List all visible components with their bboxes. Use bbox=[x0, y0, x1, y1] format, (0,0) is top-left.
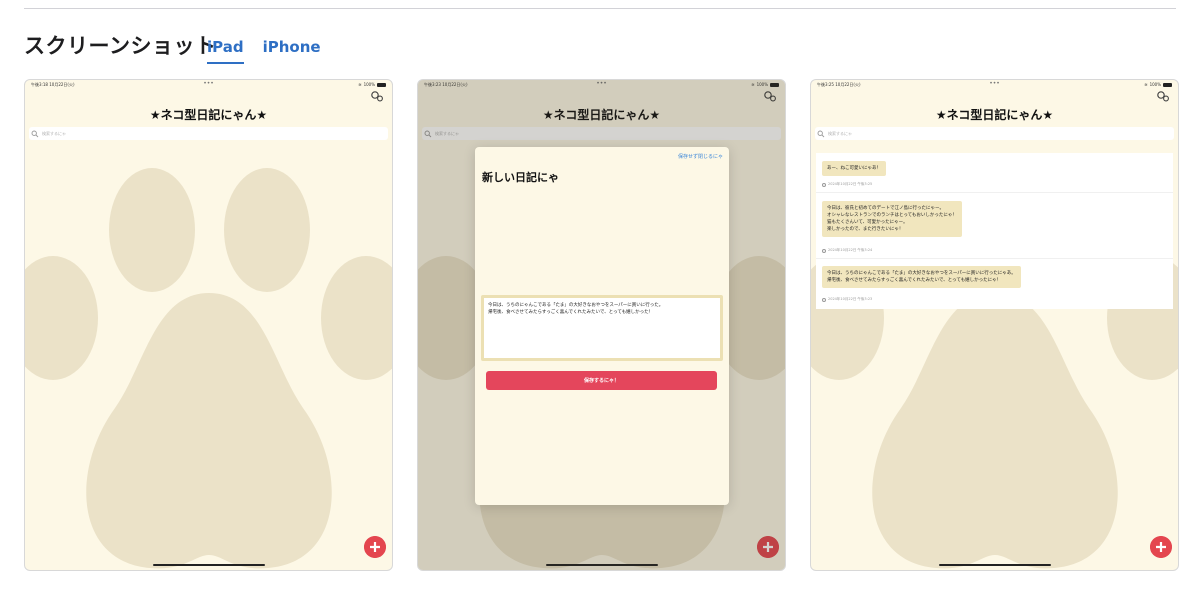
save-button[interactable]: 保存するにゃ！ bbox=[486, 371, 717, 390]
home-indicator bbox=[152, 564, 265, 566]
entry-line: あー、ねこ可愛いにゃあ！ bbox=[827, 166, 881, 171]
screenshot-3[interactable]: 午後3:25 10月22日(火) ••• ≋ 100% ★ネコ型日記にゃん★ 検… bbox=[810, 79, 1179, 571]
add-entry-button[interactable] bbox=[1150, 536, 1172, 558]
battery-icon bbox=[1163, 82, 1172, 87]
paw-background bbox=[25, 168, 392, 569]
entry-line: オシャレなレストランでのランチはとってもおいしかったにゃ！ bbox=[827, 213, 957, 218]
status-right: ≋ 100% bbox=[1144, 82, 1172, 87]
entry-bubble: あー、ねこ可愛いにゃあ！ bbox=[822, 161, 886, 176]
status-bar: 午後3:18 10月22日(火) ••• ≋ 100% bbox=[25, 80, 392, 90]
multitasking-dots-icon: ••• bbox=[203, 80, 214, 87]
entry-date: 2024年10月22日 午後3:24 bbox=[822, 248, 872, 253]
list-item[interactable]: 今日は、彼氏と初めてのデートで江ノ島に行ったにゃー。 オシャレなレストランでのラ… bbox=[816, 193, 1173, 259]
entry-bubble: 今日は、彼氏と初めてのデートで江ノ島に行ったにゃー。 オシャレなレストランでのラ… bbox=[822, 201, 962, 237]
search-placeholder: 検索するにゃ bbox=[828, 130, 852, 136]
add-entry-button[interactable] bbox=[364, 536, 386, 558]
diary-entry-list: あー、ねこ可愛いにゃあ！ 2024年10月22日 午後3:25 今日は、彼氏と初… bbox=[816, 153, 1173, 309]
editor-line: 帰宅後、食べさせてみたらすっごく喜んでくれたみたいで、とっても嬉しかった！ bbox=[488, 310, 654, 315]
wifi-icon: ≋ bbox=[358, 82, 362, 87]
list-item[interactable]: 今日は、うちのにゃんこである「たま」の大好きなおやつをスーパーに買いに行ったにゃ… bbox=[816, 259, 1173, 309]
entry-date-text: 2024年10月22日 午後3:23 bbox=[828, 297, 873, 301]
status-time: 午後3:25 10月22日(火) bbox=[817, 82, 861, 87]
multitasking-dots-icon: ••• bbox=[989, 80, 1000, 87]
top-divider bbox=[24, 8, 1176, 9]
device-tabs: iPad iPhone bbox=[207, 38, 321, 64]
entry-date-text: 2024年10月22日 午後3:25 bbox=[828, 182, 873, 186]
battery-percent: 100% bbox=[363, 82, 375, 87]
home-indicator bbox=[938, 564, 1051, 566]
section-title: スクリーンショット bbox=[24, 34, 217, 58]
gear-icon[interactable] bbox=[1156, 90, 1170, 102]
entry-date-text: 2024年10月22日 午後3:24 bbox=[828, 248, 873, 252]
battery-icon bbox=[377, 82, 386, 87]
status-time: 午後3:18 10月22日(火) bbox=[31, 82, 75, 87]
entry-line: 猫もたくさんいて、可愛かったにゃー。 bbox=[827, 220, 908, 225]
list-item[interactable]: あー、ねこ可愛いにゃあ！ 2024年10月22日 午後3:25 bbox=[816, 153, 1173, 193]
status-bar: 午後3:25 10月22日(火) ••• ≋ 100% bbox=[811, 80, 1178, 90]
search-placeholder: 検索するにゃ bbox=[42, 130, 66, 136]
entry-bubble: 今日は、うちのにゃんこである「たま」の大好きなおやつをスーパーに買いに行ったにゃ… bbox=[822, 266, 1021, 288]
modal-title: 新しい日記にゃ bbox=[482, 171, 559, 184]
status-right: ≋ 100% bbox=[358, 82, 386, 87]
editor-line: 今日は、うちのにゃんこである「たま」の大好きなおやつをスーパーに買いに行った。 bbox=[488, 303, 664, 308]
battery-percent: 100% bbox=[1149, 82, 1161, 87]
entry-line: 今日は、彼氏と初めてのデートで江ノ島に行ったにゃー。 bbox=[827, 206, 944, 211]
search-bar[interactable]: 検索するにゃ bbox=[815, 127, 1174, 140]
entry-date: 2024年10月22日 午後3:23 bbox=[822, 297, 872, 302]
new-entry-modal: 保存せず閉じるにゃ 新しい日記にゃ 今日は、うちのにゃんこである「たま」の大好き… bbox=[475, 147, 729, 505]
clock-icon bbox=[822, 248, 826, 253]
tab-iphone[interactable]: iPhone bbox=[263, 38, 321, 64]
app-title: ★ネコ型日記にゃん★ bbox=[935, 108, 1054, 122]
app-title: ★ネコ型日記にゃん★ bbox=[149, 108, 268, 122]
gear-icon[interactable] bbox=[370, 90, 384, 102]
entry-date: 2024年10月22日 午後3:25 bbox=[822, 182, 872, 187]
entry-line: 今日は、うちのにゃんこである「たま」の大好きなおやつをスーパーに買いに行ったにゃ… bbox=[827, 271, 1016, 276]
search-icon bbox=[31, 130, 39, 137]
clock-icon bbox=[822, 182, 826, 187]
search-bar[interactable]: 検索するにゃ bbox=[29, 127, 388, 140]
search-icon bbox=[817, 130, 825, 137]
screenshot-2[interactable]: 午後3:23 10月22日(火) ••• ≋ 100% ★ネコ型日記にゃん★ 検… bbox=[417, 79, 786, 571]
wifi-icon: ≋ bbox=[1144, 82, 1148, 87]
screenshot-1[interactable]: 午後3:18 10月22日(火) ••• ≋ 100% ★ネコ型日記にゃん★ 検… bbox=[24, 79, 393, 571]
entry-line: 帰宅後、食べさせてみたらすっごく喜んでくれたみたいで、とっても嬉しかったにゃ！ bbox=[827, 278, 1002, 283]
tab-ipad[interactable]: iPad bbox=[207, 38, 244, 64]
close-without-saving-button[interactable]: 保存せず閉じるにゃ bbox=[678, 153, 723, 160]
clock-icon bbox=[822, 297, 826, 302]
entry-text-editor[interactable]: 今日は、うちのにゃんこである「たま」の大好きなおやつをスーパーに買いに行った。 … bbox=[481, 295, 723, 361]
entry-line: 楽しかったので、また行きたいにゃ！ bbox=[827, 227, 904, 232]
